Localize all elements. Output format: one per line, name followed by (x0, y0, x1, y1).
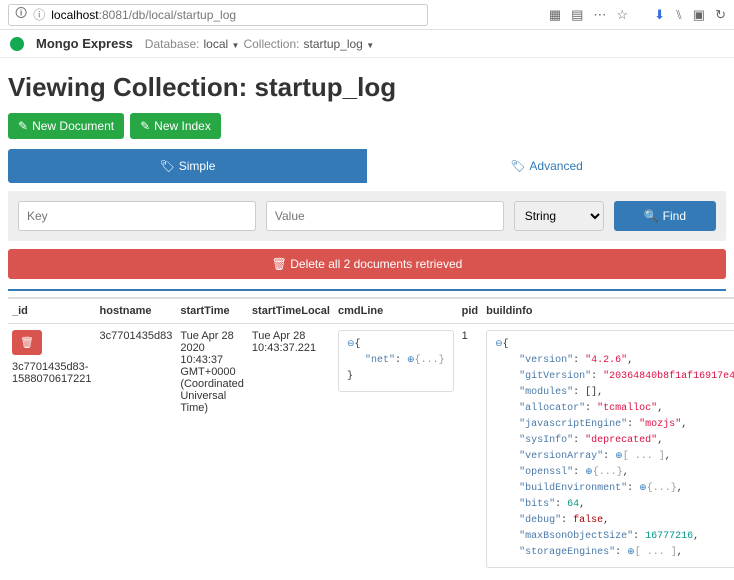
url-path: /db/local/startup_log (129, 8, 236, 22)
qr-icon[interactable]: ▦ (549, 7, 561, 23)
coll-link[interactable]: startup_log ▼ (303, 37, 374, 51)
coll-label: Collection: (243, 37, 299, 51)
db-link[interactable]: local ▼ (204, 37, 240, 51)
db-label: Database: (145, 37, 200, 51)
library-icon[interactable]: ⑊ (675, 7, 683, 22)
toggle-icon[interactable]: ⊕ (639, 483, 647, 493)
toggle-icon[interactable]: ⊕ (627, 547, 635, 557)
extensions-icon[interactable]: ▣ (693, 7, 705, 23)
col-hostname: hostname (96, 298, 177, 324)
caret-down-icon: ▼ (366, 41, 374, 50)
col-buildinfo: buildinfo (482, 298, 734, 324)
cell-startTimeLocal: Tue Apr 28 10:43:37.221 (248, 324, 334, 575)
cell-pid: 1 (458, 324, 483, 575)
trash-icon: 🗑 (272, 257, 287, 271)
cell-id: 3c7701435d83-1588070617221 (12, 361, 92, 385)
tab-simple-label: Simple (179, 159, 216, 173)
filter-row: String 🔍 Find (8, 191, 726, 241)
toggle-icon[interactable]: ⊖ (347, 339, 355, 349)
reader-icon[interactable]: ▤ (571, 7, 583, 23)
page-title: Viewing Collection: startup_log (0, 58, 734, 113)
delete-row-button[interactable]: 🗑 (12, 330, 42, 355)
toolbar: ✎ New Document ✎ New Index (0, 113, 734, 149)
cell-startTime: Tue Apr 28 2020 10:43:37 GMT+0000 (Coord… (176, 324, 248, 575)
tab-advanced-label: Advanced (529, 159, 582, 173)
col-startTime: startTime (176, 298, 248, 324)
col-cmdLine: cmdLine (334, 298, 458, 324)
caret-down-icon: ▼ (232, 41, 240, 50)
divider (8, 289, 726, 291)
logo-icon (10, 37, 24, 51)
trash-icon: 🗑 (20, 337, 34, 349)
value-input[interactable] (266, 201, 504, 231)
url-host: localhost (51, 8, 98, 22)
tabs: 🏷 Simple 🏷 Advanced (8, 149, 726, 183)
table-row[interactable]: 🗑 3c7701435d83-1588070617221 3c7701435d8… (8, 324, 734, 575)
pencil-icon: ✎ (18, 119, 28, 133)
new-index-button[interactable]: ✎ New Index (130, 113, 221, 139)
delete-all-bar[interactable]: 🗑 Delete all 2 documents retrieved (8, 249, 726, 279)
shield-icon: 🛈 (15, 4, 27, 25)
tab-simple[interactable]: 🏷 Simple (8, 149, 367, 183)
col-startTimeLocal: startTimeLocal (248, 298, 334, 324)
new-index-label: New Index (154, 119, 211, 133)
new-document-button[interactable]: ✎ New Document (8, 113, 124, 139)
info-icon: ⓘ (33, 6, 45, 23)
tab-advanced[interactable]: 🏷 Advanced (367, 149, 726, 183)
more-icon[interactable]: ⋯ (593, 7, 606, 23)
url-box[interactable]: 🛈 ⓘ localhost:8081/db/local/startup_log (8, 4, 428, 26)
cell-hostname: 3c7701435d83 (96, 324, 177, 575)
sync-icon[interactable]: ↻ (715, 7, 726, 23)
documents-table: _id hostname startTime startTimeLocal cm… (8, 297, 734, 574)
find-button[interactable]: 🔍 Find (614, 201, 716, 231)
tags-icon: 🏷 (510, 159, 525, 173)
download-icon[interactable]: ⬇ (654, 7, 665, 23)
toggle-icon[interactable]: ⊖ (495, 339, 503, 349)
tag-icon: 🏷 (160, 159, 175, 173)
delete-all-label: Delete all 2 documents retrieved (290, 257, 462, 271)
cell-buildinfo[interactable]: ⊖{ "version": "4.2.6", "gitVersion": "20… (486, 330, 734, 568)
type-select[interactable]: String (514, 201, 604, 231)
find-label: Find (663, 209, 686, 223)
table-header-row: _id hostname startTime startTimeLocal cm… (8, 298, 734, 324)
pencil-icon: ✎ (140, 119, 150, 133)
url-port: :8081 (99, 8, 129, 22)
brand[interactable]: Mongo Express (36, 36, 133, 51)
browser-url-bar: 🛈 ⓘ localhost:8081/db/local/startup_log … (0, 0, 734, 30)
toggle-icon[interactable]: ⊕ (407, 355, 415, 365)
key-input[interactable] (18, 201, 256, 231)
col-id: _id (8, 298, 96, 324)
breadcrumb: Database: local ▼ Collection: startup_lo… (145, 37, 374, 51)
toggle-icon[interactable]: ⊕ (585, 467, 593, 477)
app-navbar: Mongo Express Database: local ▼ Collecti… (0, 30, 734, 58)
toggle-icon[interactable]: ⊕ (615, 451, 623, 461)
col-pid: pid (458, 298, 483, 324)
star-icon[interactable]: ☆ (616, 7, 628, 23)
new-document-label: New Document (32, 119, 114, 133)
search-icon: 🔍 (644, 209, 659, 223)
cell-cmdLine[interactable]: ⊖{ "net": ⊕{...} } (338, 330, 454, 392)
